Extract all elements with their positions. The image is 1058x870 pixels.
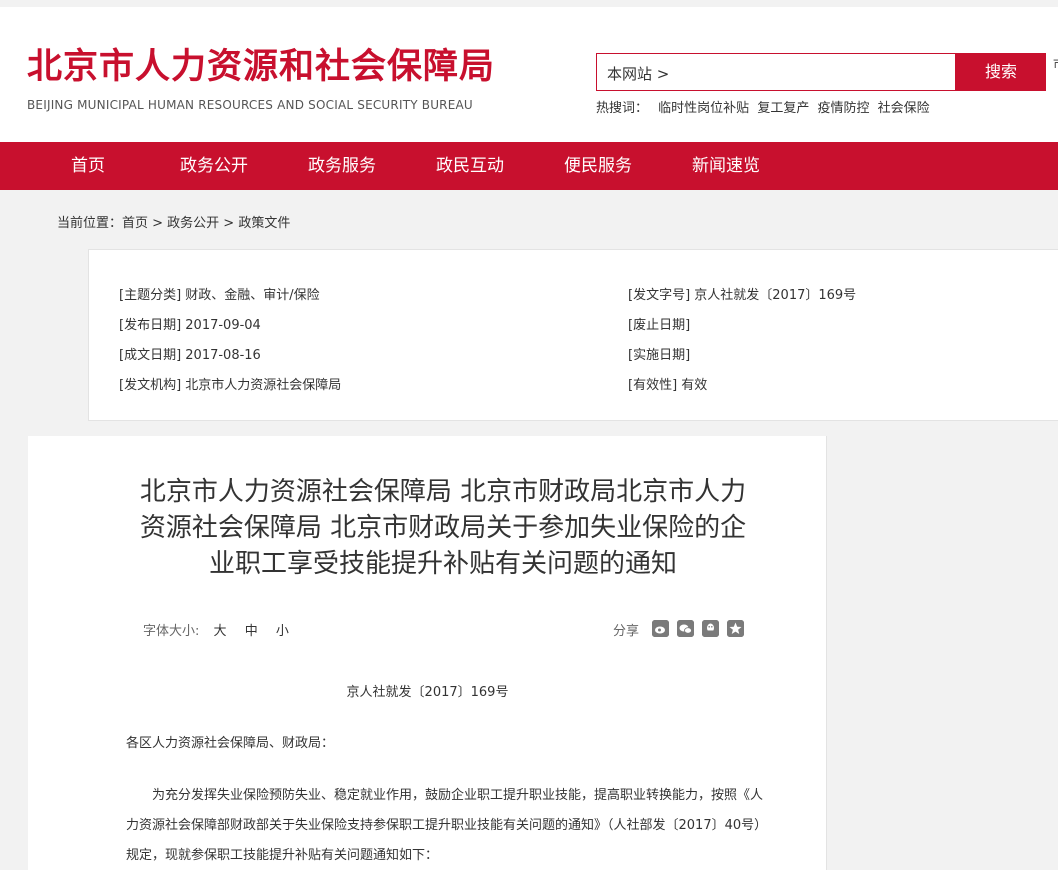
hot-word-link[interactable]: 临时性岗位补贴 — [658, 101, 749, 116]
article-title: 北京市人力资源社会保障局 北京市财政局北京市人力资源社会保障局 北京市财政局关于… — [139, 477, 747, 579]
meta-publish-date: [发布日期] 2017-09-04 — [119, 318, 261, 333]
hot-search-label: 热搜词： — [596, 101, 649, 116]
nav-item-convenience-services[interactable]: 便民服务 — [564, 142, 632, 190]
meta-validity: [有效性] 有效 — [628, 378, 708, 393]
hot-search-words: 热搜词： 临时性岗位补贴 复工复产 疫情防控 社会保险 — [596, 97, 934, 116]
share-label: 分享 — [613, 624, 640, 639]
site-logo-title[interactable]: 北京市人力资源和社会保障局 — [27, 50, 495, 85]
nav-item-public-interaction[interactable]: 政民互动 — [436, 142, 504, 190]
hot-word-link[interactable]: 疫情防控 — [817, 101, 869, 116]
hot-word-link[interactable]: 社会保险 — [878, 101, 930, 116]
wechat-icon[interactable] — [677, 620, 694, 637]
meta-doc-number: [发文字号] 京人社就发〔2017〕169号 — [628, 288, 857, 303]
qq-icon[interactable] — [702, 620, 719, 637]
meta-issuer: [发文机构] 北京市人力资源社会保障局 — [119, 378, 342, 393]
top-strip — [0, 0, 1058, 7]
article-paragraph: 为充分发挥失业保险预防失业、稳定就业作用，鼓励企业职工提升职业技能，提高职业转换… — [126, 788, 764, 863]
nav-item-home[interactable]: 首页 — [71, 142, 105, 190]
search-input[interactable]: 本网站 > — [596, 53, 956, 91]
side-link-fragment[interactable]: 市 — [1053, 57, 1058, 72]
site-logo-subtitle: BEIJING MUNICIPAL HUMAN RESOURCES AND SO… — [27, 98, 473, 112]
nav-item-news[interactable]: 新闻速览 — [692, 142, 760, 190]
meta-effective-date: [实施日期] — [628, 348, 691, 363]
font-size-medium-button[interactable]: 中 — [245, 624, 258, 639]
meta-abolish-date: [废止日期] — [628, 318, 691, 333]
nav-item-government-affairs[interactable]: 政务公开 — [180, 142, 248, 190]
meta-written-date: [成文日期] 2017-08-16 — [119, 348, 261, 363]
nav-item-government-services[interactable]: 政务服务 — [308, 142, 376, 190]
article-body: 北京市人力资源社会保障局 北京市财政局北京市人力资源社会保障局 北京市财政局关于… — [28, 436, 827, 870]
weibo-icon[interactable] — [652, 620, 669, 637]
search-scope-selector[interactable]: 本网站 > — [607, 63, 669, 84]
hot-word-link[interactable]: 复工复产 — [757, 101, 809, 116]
document-metadata-panel: [主题分类] 财政、金融、审计/保险 [发文字号] 京人社就发〔2017〕169… — [88, 249, 1058, 421]
qzone-icon[interactable] — [727, 620, 744, 637]
font-size-controls: 字体大小: 大 中 小 — [143, 620, 303, 639]
meta-topic: [主题分类] 财政、金融、审计/保险 — [119, 288, 320, 303]
search-button[interactable]: 搜索 — [956, 53, 1046, 91]
site-header: 北京市人力资源和社会保障局 BEIJING MUNICIPAL HUMAN RE… — [0, 7, 1058, 142]
breadcrumb[interactable]: 当前位置：首页 > 政务公开 > 政策文件 — [57, 212, 290, 231]
font-size-large-button[interactable]: 大 — [214, 624, 227, 639]
font-size-label: 字体大小: — [143, 624, 200, 639]
article-greeting: 各区人力资源社会保障局、财政局： — [126, 736, 335, 751]
font-size-small-button[interactable]: 小 — [276, 624, 289, 639]
main-nav: 首页 政务公开 政务服务 政民互动 便民服务 新闻速览 — [0, 142, 1058, 190]
article-doc-number: 京人社就发〔2017〕169号 — [346, 685, 509, 700]
